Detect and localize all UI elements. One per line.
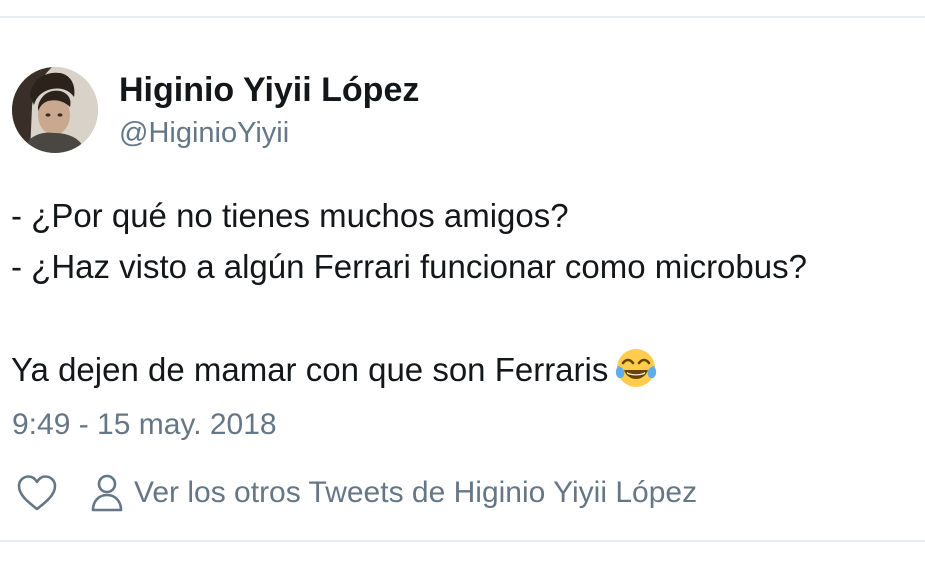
- person-icon: [88, 472, 126, 514]
- bottom-divider: [0, 540, 925, 542]
- tweet-actions: Ver los otros Tweets de Higinio Yiyii Ló…: [16, 470, 697, 516]
- view-other-tweets-link[interactable]: Ver los otros Tweets de Higinio Yiyii Ló…: [88, 472, 697, 514]
- view-other-tweets-label: Ver los otros Tweets de Higinio Yiyii Ló…: [134, 476, 698, 509]
- avatar[interactable]: [12, 67, 98, 153]
- face-with-tears-of-joy-icon: [616, 349, 657, 387]
- author-display-name[interactable]: Higinio Yiyii López: [119, 70, 419, 110]
- tweet-text-line: Ya dejen de mamar con que son Ferraris: [11, 351, 609, 388]
- embedded-tweet: Higinio Yiyii López @HiginioYiyii - ¿Por…: [0, 0, 925, 580]
- tweet-text-line: - ¿Haz visto a algún Ferrari funcionar c…: [11, 248, 807, 285]
- heart-icon: [17, 475, 57, 511]
- tweet-text: - ¿Por qué no tienes muchos amigos? - ¿H…: [11, 190, 923, 395]
- avatar-photo: [12, 67, 98, 153]
- tweet-timestamp[interactable]: 9:49 - 15 may. 2018: [12, 405, 277, 445]
- tweet-text-line: - ¿Por qué no tienes muchos amigos?: [11, 197, 569, 234]
- like-button[interactable]: [16, 472, 58, 514]
- tweet-text-line-with-emoji: Ya dejen de mamar con que son Ferraris: [11, 344, 923, 395]
- author-handle[interactable]: @HiginioYiyii: [119, 115, 289, 151]
